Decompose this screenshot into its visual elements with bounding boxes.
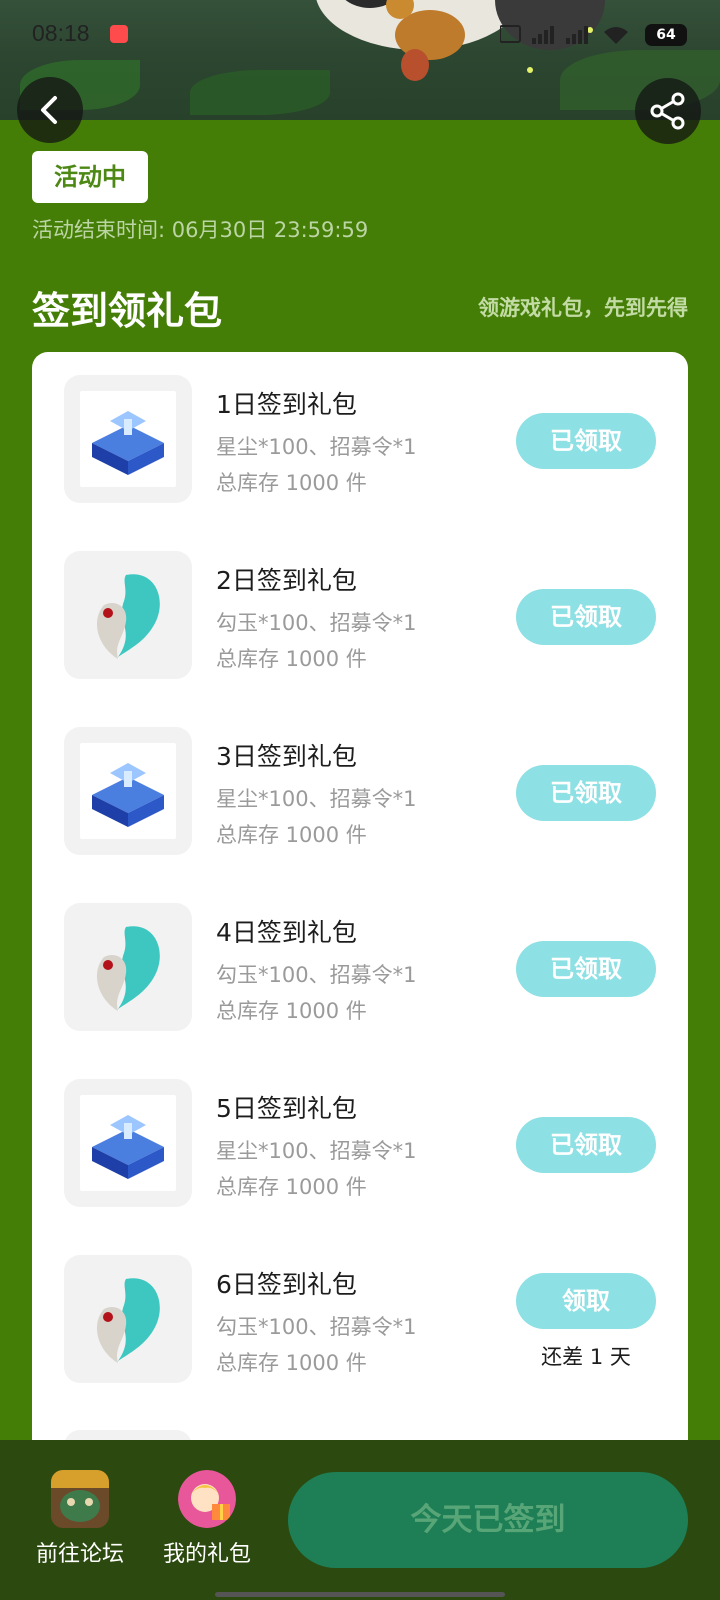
game-avatar-icon [51,1470,109,1528]
magatama-icon [96,1278,160,1363]
gift-title: 3日签到礼包 [216,742,357,771]
gift-title: 6日签到礼包 [216,1270,357,1299]
gift-stock: 总库存 1000 件 [216,647,367,671]
gift-thumbnail [64,727,192,855]
gift-description: 勾玉*100、招募令*1 [216,963,417,987]
gift-list-card: 1日签到礼包 星尘*100、招募令*1 总库存 1000 件 已领取 2日签到礼… [32,352,688,1452]
gift-description: 勾玉*100、招募令*1 [216,1315,417,1339]
gift-description: 勾玉*100、招募令*1 [216,611,417,635]
gift-stock: 总库存 1000 件 [216,471,367,495]
gift-avatar-icon [178,1470,236,1528]
claimed-button[interactable]: 已领取 [516,765,656,821]
days-remaining: 还差 1 天 [541,1345,631,1369]
gift-item-day-4: 4日签到礼包 勾玉*100、招募令*1 总库存 1000 件 已领取 [32,903,688,1033]
claimed-button[interactable]: 已领取 [516,941,656,997]
gift-stock: 总库存 1000 件 [216,823,367,847]
claim-button[interactable]: 领取 [516,1273,656,1329]
gift-thumbnail [64,375,192,503]
section-title: 签到领礼包 [32,289,223,333]
gift-item-day-1: 1日签到礼包 星尘*100、招募令*1 总库存 1000 件 已领取 [32,375,688,505]
gift-item-day-2: 2日签到礼包 勾玉*100、招募令*1 总库存 1000 件 已领取 [32,551,688,681]
gift-item-day-5: 5日签到礼包 星尘*100、招募令*1 总库存 1000 件 已领取 [32,1079,688,1209]
home-indicator[interactable] [215,1592,505,1597]
gift-item-day-6: 6日签到礼包 勾玉*100、招募令*1 总库存 1000 件 领取 还差 1 天 [32,1255,688,1405]
magatama-icon [96,926,160,1011]
signal-icon [500,25,628,44]
my-gifts-nav-button[interactable]: 我的礼包 [152,1470,262,1568]
activity-end-time: 活动结束时间: 06月30日 23:59:59 [32,218,369,242]
crystal-chest-icon [92,1115,164,1179]
status-time: 08:18 [32,20,90,46]
signed-in-today-button[interactable]: 今天已签到 [288,1472,688,1568]
claimed-button[interactable]: 已领取 [516,413,656,469]
back-button[interactable] [17,77,83,143]
gift-description: 星尘*100、招募令*1 [216,787,417,811]
gift-description: 星尘*100、招募令*1 [216,1139,417,1163]
gift-title: 1日签到礼包 [216,390,357,419]
share-button[interactable] [635,78,701,144]
gift-thumbnail [64,1079,192,1207]
share-icon [650,92,685,130]
status-bar: 08:18 64 [0,0,720,66]
gift-title: 5日签到礼包 [216,1094,357,1123]
section-subtitle: 领游戏礼包，先到先得 [478,296,688,320]
magatama-icon [96,574,160,659]
forum-nav-button[interactable]: 前往论坛 [25,1470,135,1568]
battery-indicator: 64 [645,24,687,46]
gift-thumbnail [64,551,192,679]
claimed-button[interactable]: 已领取 [516,589,656,645]
gift-thumbnail [64,1255,192,1383]
my-gifts-label: 我的礼包 [162,1542,251,1567]
gift-stock: 总库存 1000 件 [216,1175,367,1199]
forum-label: 前往论坛 [35,1542,124,1567]
crystal-chest-icon [92,763,164,827]
chevron-left-icon [41,96,57,124]
gift-stock: 总库存 1000 件 [216,1351,367,1375]
gift-thumbnail [64,903,192,1031]
claimed-button[interactable]: 已领取 [516,1117,656,1173]
gift-title: 2日签到礼包 [216,566,357,595]
gift-stock: 总库存 1000 件 [216,999,367,1023]
crystal-chest-icon [92,411,164,475]
bottom-action-bar: 前往论坛 我的礼包 今天已签到 [0,1440,720,1600]
gift-description: 星尘*100、招募令*1 [216,435,417,459]
gift-title: 4日签到礼包 [216,918,357,947]
activity-status-badge: 活动中 [32,151,148,203]
game-app-icon [110,25,128,43]
gift-item-day-3: 3日签到礼包 星尘*100、招募令*1 总库存 1000 件 已领取 [32,727,688,857]
